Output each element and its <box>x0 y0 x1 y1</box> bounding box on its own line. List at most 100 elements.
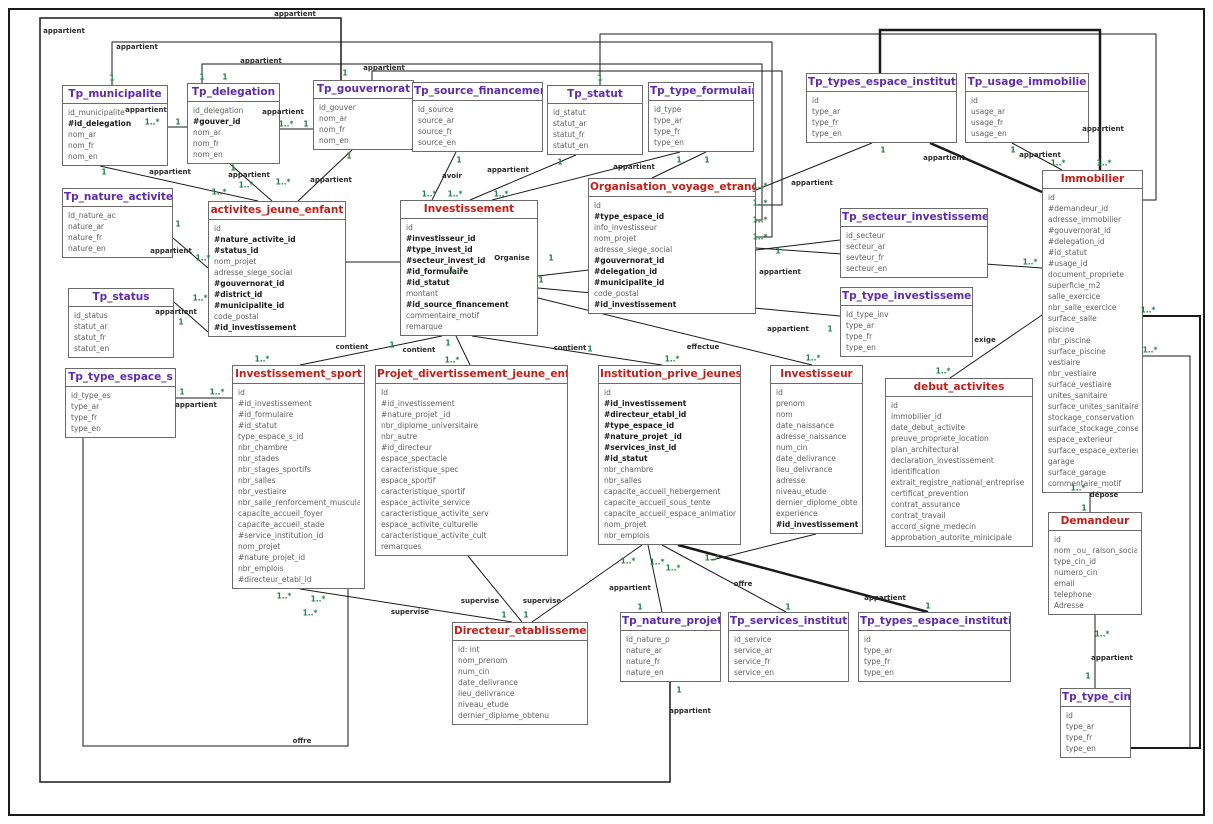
entity-field-list: id#nature_activite_id#status_idnom_proje… <box>209 220 345 336</box>
entity-field: id_service <box>734 634 844 645</box>
entity-tp_services_institution[interactable]: Tp_services_institutionid_serviceservice… <box>728 612 849 682</box>
entity-tp_types_espace_institution_bottom[interactable]: Tp_types_espace_institutionidtype_artype… <box>858 612 1011 682</box>
entity-directeur_etablissement[interactable]: Directeur_etablissementid: intnom_prenom… <box>452 622 588 725</box>
entity-field: dernier_diplome_obtenu <box>458 710 583 721</box>
entity-field-list: id#id_investissement#id_formulaire#id_st… <box>233 384 364 588</box>
entity-tp_gouvernorat[interactable]: Tp_gouvernoratid_gouvernom_arnom_frnom_e… <box>313 80 414 150</box>
entity-field: telephone <box>1054 589 1137 600</box>
entity-field: superficie_m2 <box>1048 280 1138 291</box>
entity-field: #directeur_etabl_id <box>604 409 736 420</box>
entity-investissement[interactable]: Investissementid#investisseur_id#type_in… <box>400 200 538 336</box>
entity-field: prenom <box>776 398 858 409</box>
entity-field: #id_statut <box>406 277 533 288</box>
entity-field-list: id: intnom_prenomnum_cindate_delivrancel… <box>453 641 587 724</box>
entity-debut_activites[interactable]: debut_activitesidimmobilier_iddate_debut… <box>885 378 1033 547</box>
entity-field: type_espace_s_id <box>238 431 360 442</box>
entity-tp_type_investissement[interactable]: Tp_type_investissementId_type_invtype_ar… <box>840 287 973 357</box>
entity-organisation_voyage_etranger[interactable]: Organisation_voyage_etrangerid#type_espa… <box>588 178 756 314</box>
cardinality-label: 1 <box>175 220 180 229</box>
entity-field: source_ar <box>418 115 538 126</box>
entity-field: type_fr <box>654 126 749 137</box>
entity-field: #id_statut <box>604 453 736 464</box>
entity-immobilier[interactable]: Immobilierid#demandeur_idadresse_immobil… <box>1042 170 1143 493</box>
cardinality-label: 1 <box>179 388 184 397</box>
entity-field: Id_type_inv <box>846 309 968 320</box>
entity-title: Tp_source_financement <box>413 83 542 101</box>
entity-projet_divertissement_jeune_enfant[interactable]: Projet_divertissement_jeune_enfantId#id_… <box>375 365 568 556</box>
entity-tp_status[interactable]: Tp_statusid_statusstatut_arstatut_frstat… <box>68 288 174 358</box>
entity-field: nbr_vestiaire <box>238 486 360 497</box>
cardinality-label: 1 <box>445 339 450 348</box>
entity-field: garage <box>1048 456 1138 467</box>
cardinality-label: 1..* <box>277 592 292 601</box>
entity-field: #status_id <box>214 245 341 256</box>
entity-tp_types_espace_institution_top[interactable]: Tp_types_espace_institutionidtype_artype… <box>806 73 957 143</box>
cardinality-label: 1..* <box>753 233 768 242</box>
relation-label: supervise <box>391 608 429 616</box>
entity-tp_delegation[interactable]: Tp_delegationid_delegation#gouver_idnom_… <box>187 83 280 164</box>
entity-tp_type_cin[interactable]: Tp_type_cinidtype_artype_frtype_en <box>1060 688 1131 758</box>
entity-tp_secteur_investissement[interactable]: Tp_secteur_investissementid_secteursecte… <box>840 208 988 278</box>
entity-field: statut_ar <box>74 321 169 332</box>
entity-institution_prive_jeunesse[interactable]: Institution_prive_jeunesseid#id_investis… <box>598 365 741 545</box>
entity-field: caracteristique_activite_serv <box>381 508 563 519</box>
relation-label: appartient <box>175 401 217 409</box>
entity-title: Institution_prive_jeunesse <box>599 366 740 384</box>
entity-investissement_sport[interactable]: Investissement_sportid#id_investissement… <box>232 365 365 589</box>
entity-field: id <box>1048 192 1138 203</box>
entity-field: nbr_stades <box>238 453 360 464</box>
relation-label: appartient <box>125 106 167 114</box>
cardinality-label: 1 <box>523 611 528 620</box>
entity-field: immobilier_id <box>891 411 1028 422</box>
entity-field: type_en <box>1066 743 1126 754</box>
entity-title: Tp_usage_immobilie <box>966 74 1088 92</box>
relation-label: appartient <box>767 325 809 333</box>
entity-field: statut_en <box>553 140 638 151</box>
entity-field: type_en <box>864 667 1006 678</box>
entity-title: Investissement <box>401 201 537 219</box>
entity-tp_nature_projet[interactable]: Tp_nature_projetId_nature_pnature_arnatu… <box>620 612 721 682</box>
cardinality-label: 1 <box>1085 672 1090 681</box>
entity-title: Directeur_etablissement <box>453 623 587 641</box>
entity-field: contrat_travail <box>891 510 1028 521</box>
entity-field: #nature_projet _id <box>381 409 563 420</box>
entity-field: contrat_assurance <box>891 499 1028 510</box>
relation-label: appartient <box>262 108 304 116</box>
entity-field: #nature_activite_id <box>214 234 341 245</box>
entity-field-list: idtype_artype_frtype_en <box>859 631 1010 681</box>
cardinality-label: 1 <box>1081 504 1086 513</box>
entity-field: id <box>1066 710 1126 721</box>
entity-activites_jeune_enfant[interactable]: activites_jeune_enfantid#nature_activite… <box>208 201 346 337</box>
entity-field: date_delivrance <box>458 677 583 688</box>
relation-label: appartient <box>864 594 906 602</box>
entity-field: id_statut <box>553 107 638 118</box>
entity-field-list: id_sourcesource_arsource_frsource_en <box>413 101 542 151</box>
entity-tp_statut[interactable]: Tp_statutid_statutstatut_arstatut_frstat… <box>547 85 643 155</box>
entity-field-list: Id_type_invtype_artype_frtype_en <box>841 306 972 356</box>
entity-demandeur[interactable]: Demandeuridnom _ou_ raison_socialetype_c… <box>1048 512 1142 615</box>
entity-field: caracteristique_activite_cult <box>381 530 563 541</box>
entity-investisseur[interactable]: Investisseuridprenomnomdate_naissanceadr… <box>770 365 863 534</box>
entity-field-list: Id#id_investissement#nature_projet _idnb… <box>376 384 567 555</box>
entity-field: type_fr <box>71 412 171 423</box>
entity-field: nbr_salles <box>238 475 360 486</box>
entity-field: plan_architectural <box>891 444 1028 455</box>
entity-title: Projet_divertissement_jeune_enfant <box>376 366 567 384</box>
entity-tp_type_espace_s[interactable]: Tp_type_espace_sid_type_estype_artype_fr… <box>65 368 176 438</box>
entity-field: type_en <box>654 137 749 148</box>
entity-tp_usage_immobilie[interactable]: Tp_usage_immobilieidusage_arusage_frusag… <box>965 73 1089 143</box>
entity-field: nbr_emplois <box>604 530 736 541</box>
relation-label: appartient <box>609 584 651 592</box>
relationship-line <box>662 545 786 612</box>
entity-field: nom_projet <box>604 519 736 530</box>
entity-tp_type_formulaire[interactable]: Tp_type_formulaireid_typetype_artype_frt… <box>648 82 754 152</box>
entity-field: nbr_salle_renforcement_musculaire <box>238 497 360 508</box>
cardinality-label: 1..* <box>753 182 768 191</box>
cardinality-label: 1..* <box>650 558 665 567</box>
cardinality-label: 1..* <box>303 609 318 618</box>
entity-title: Immobilier <box>1043 171 1142 189</box>
entity-tp_source_financement[interactable]: Tp_source_financementid_sourcesource_ars… <box>412 82 543 152</box>
relation-label: appartient <box>759 268 801 276</box>
entity-field-list: id_statutstatut_arstatut_frstatut_en <box>548 104 642 154</box>
entity-field: type_en <box>71 423 171 434</box>
